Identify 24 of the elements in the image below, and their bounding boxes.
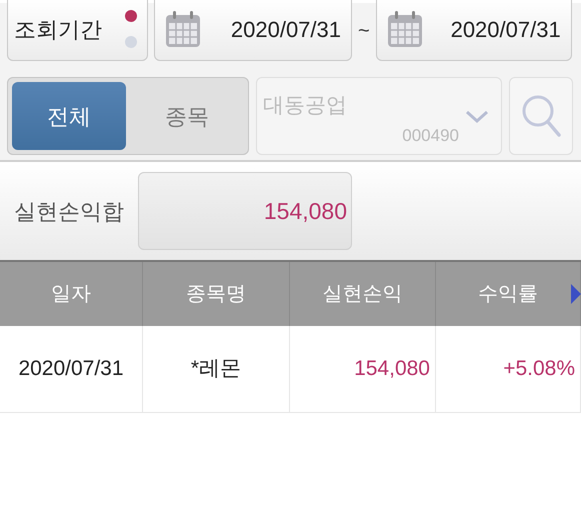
period-label: 조회기간 [14,16,102,44]
stock-name: 대동공업 [263,93,347,119]
end-date-field[interactable]: 2020/07/31 [376,0,572,61]
calendar-icon [386,10,423,48]
column-header: 수익률 [478,282,538,307]
table-cell-text: +5.08% [503,356,575,382]
stock-code: 000490 [402,124,459,146]
chevron-down-icon [465,110,489,124]
table-cell-text: 154,080 [354,356,430,382]
column-header: 일자 [51,282,91,307]
scroll-right-icon[interactable] [571,284,581,304]
table-cell-text: *레몬 [190,356,242,382]
range-separator: ~ [358,19,370,44]
column-header: 종목명 [186,282,246,307]
segment-tab[interactable]: 전체 [12,82,126,150]
segment-tab[interactable]: 종목 [130,82,244,150]
calendar-icon [165,10,201,48]
search-icon [521,94,561,138]
summary-label: 실현손익합 [14,198,124,226]
start-date-field[interactable]: 2020/07/31 [154,0,352,61]
column-header: 실현손익 [322,282,402,307]
search-button[interactable] [509,77,573,155]
table-cell-text: 2020/07/31 [18,356,124,382]
summary-value: 154,080 [264,196,347,226]
